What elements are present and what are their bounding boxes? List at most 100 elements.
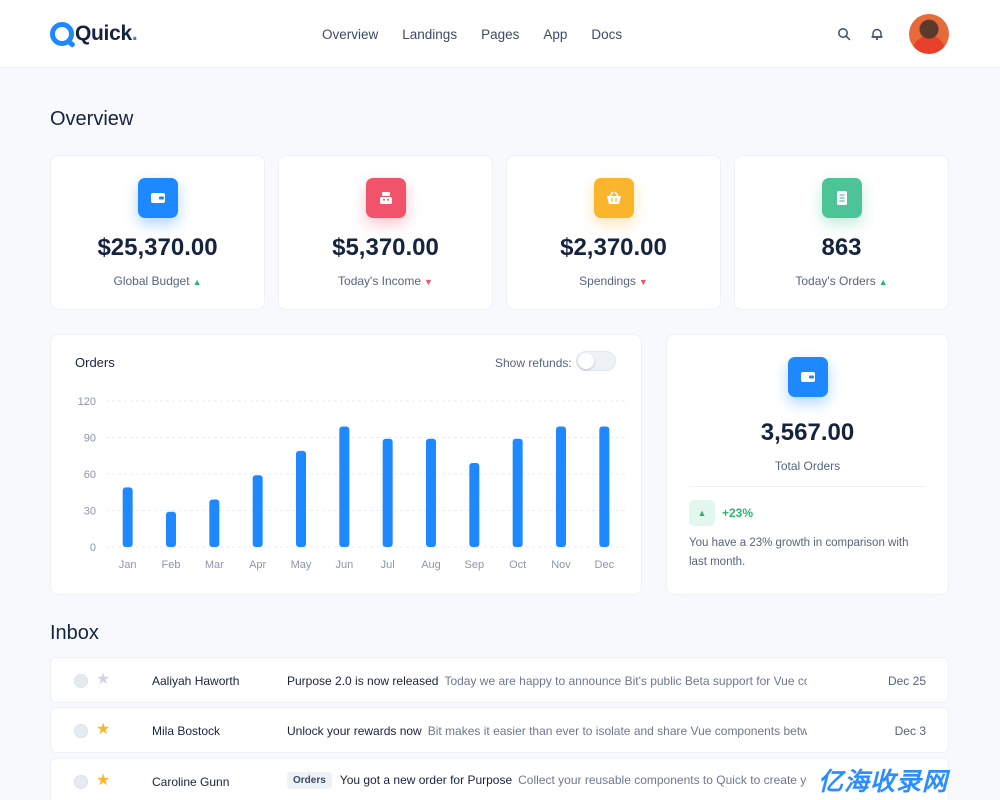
x-tick-label: Feb [162,559,181,571]
x-tick-label: Apr [249,559,266,571]
row-checkbox[interactable] [74,674,88,688]
stat-card-todays-income: $5,370.00 Today's Income ▼ [278,155,493,310]
y-tick-label: 120 [78,396,96,408]
y-tick-label: 90 [84,433,96,445]
trend-down-icon: ▼ [638,277,648,287]
message-subject: Unlock your rewards now [287,724,422,738]
main-nav: Overview Landings Pages App Docs [310,0,634,68]
y-tick-label: 30 [84,506,96,518]
user-avatar[interactable] [909,14,949,54]
bar [209,499,220,547]
bar [512,438,523,547]
x-tick-label: May [291,559,312,571]
x-tick-label: Aug [421,559,441,571]
search-icon[interactable] [837,27,851,41]
inbox-row[interactable]: ★ Caroline Gunn Orders You got a new orde… [50,758,949,800]
nav-item-overview[interactable]: Overview [322,27,378,42]
bell-icon[interactable] [870,27,884,41]
message-preview: Today we are happy to announce Bit's pub… [444,674,807,688]
inbox-row[interactable]: ★ Aaliyah Haworth Purpose 2.0 is now rel… [50,657,949,703]
stat-card-global-budget: $25,370.00 Global Budget ▲ [50,155,265,310]
brand-logo[interactable]: Quick. [50,20,138,48]
stat-card-spendings: $2,370.00 Spendings ▼ [506,155,721,310]
stat-label: Global Budget [113,274,190,288]
x-tick-label: Dec [595,559,615,571]
message-sender: Caroline Gunn [152,775,230,789]
stat-label-row: Today's Income ▼ [279,274,492,288]
nav-item-pages[interactable]: Pages [481,27,519,42]
stat-label-row: Spendings ▼ [507,274,720,288]
message-tag: Orders [287,772,332,789]
stat-label: Today's Orders [795,274,876,288]
row-checkbox[interactable] [74,775,88,789]
trend-down-icon: ▼ [424,277,433,287]
bar [426,438,436,547]
stat-value: 863 [821,234,862,261]
y-tick-label: 0 [90,542,96,554]
stat-card-todays-orders: 863 Today's Orders ▲ [734,155,949,310]
trend-up-icon: ▲ [878,277,888,287]
bar [556,426,566,547]
x-tick-label: Jul [381,559,395,571]
stat-label-row: Today's Orders ▲ [735,274,948,288]
nav-item-docs[interactable]: Docs [591,27,622,42]
toggle-knob [578,353,594,369]
inbox-row[interactable]: ★ Mila Bostock Unlock your rewards now Bi… [50,707,949,753]
bar [599,426,610,547]
message-sender: Mila Bostock [152,724,221,738]
star-icon[interactable]: ★ [96,720,110,740]
arrow-up-icon: ▲ [689,500,715,526]
message-date: Dec 3 [894,724,926,738]
bar [122,487,133,547]
x-tick-label: Nov [551,559,571,571]
stat-value: $5,370.00 [332,234,439,261]
row-checkbox[interactable] [74,724,88,738]
chart-title: Orders [75,355,115,370]
wallet-icon [137,178,178,218]
wallet-icon [787,357,828,397]
message-subject: You got a new order for Purpose [339,773,513,787]
stat-label-row: Global Budget ▲ [51,274,264,288]
inbox-title: Inbox [50,622,99,644]
total-orders-value: 3,567.00 [760,419,855,446]
bar [339,426,350,547]
y-tick-label: 60 [84,469,96,481]
show-refunds-toggle[interactable] [576,351,616,371]
x-tick-label: Oct [509,559,526,571]
orders-chart-card: 0 30 60 90 120 Jan Feb Mar Apr May Jun Jul Aug Sep Oct… [50,334,642,595]
cash-register-icon [365,178,406,218]
trend-up-icon: ▲ [192,277,202,287]
stat-value: $2,370.00 [560,234,667,261]
overview-title: Overview [50,108,134,130]
bar [166,511,176,547]
bar [296,450,306,547]
x-tick-label: Jun [335,559,353,571]
message-subject: Purpose 2.0 is now released [287,674,439,688]
stat-value: $25,370.00 [97,234,218,261]
message-preview: Bit makes it easier than ever to isolate… [427,724,807,738]
nav-item-app[interactable]: App [543,27,567,42]
message-sender: Aaliyah Haworth [152,674,240,688]
growth-percent: +23% [722,506,754,520]
message-preview: Collect your reusable components to Quic… [518,773,807,787]
brand-dot: . [131,22,138,45]
brand-name: Quick [75,22,132,45]
bar [382,438,393,547]
growth-description: You have a 23% growth in comparison with… [689,537,909,568]
document-icon [821,178,862,218]
star-icon[interactable]: ★ [96,771,110,791]
message-date: Dec 25 [887,674,926,688]
total-orders-label: Total Orders [774,459,841,473]
stat-label: Today's Income [338,274,422,288]
message-content: Purpose 2.0 is now released Today we are … [287,674,807,688]
bar [469,463,480,547]
stat-label: Spendings [579,274,636,288]
show-refunds-label: Show refunds: [495,356,572,370]
star-icon[interactable]: ★ [96,670,110,690]
top-navbar: Quick. Overview Landings Pages App Docs [0,0,1000,68]
x-tick-label: Sep [465,559,485,571]
nav-item-landings[interactable]: Landings [402,27,457,42]
x-tick-label: Jan [119,559,137,571]
total-orders-card: 3,567.00 Total Orders ▲ +23% You have a … [666,334,949,595]
basket-icon [593,178,634,218]
